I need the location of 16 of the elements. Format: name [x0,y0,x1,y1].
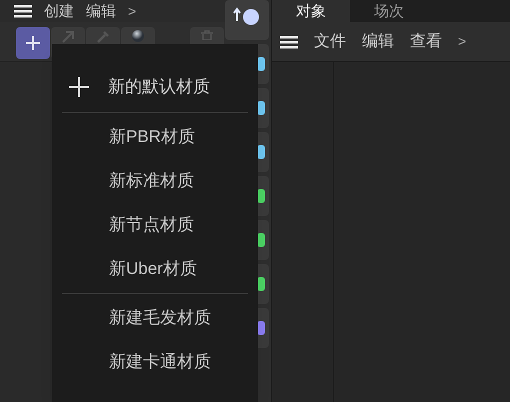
menu-item[interactable]: 新节点材质 [52,203,258,247]
menu-item[interactable]: 文件 [314,30,346,54]
menu-item[interactable]: 编辑 [362,30,394,54]
tab[interactable]: 场次 [350,0,428,22]
menu-item[interactable]: 编辑 [86,4,116,18]
menu-item[interactable]: 新PBR材质 [52,115,258,159]
menu-item[interactable]: 新Uber材质 [52,247,258,291]
menu-item[interactable]: 新建毛发材质 [52,296,258,340]
menu-item[interactable]: 创建 [44,4,74,18]
more-menu[interactable]: > [128,4,136,18]
menu-item[interactable]: 新的默认材质 [52,64,258,110]
menu-item[interactable]: 新标准材质 [52,159,258,203]
menu-item[interactable]: 新建卡通材质 [52,340,258,384]
more-menu[interactable]: > [458,31,466,52]
tab[interactable]: 对象 [272,0,350,22]
menu-item[interactable]: 查看 [410,30,442,54]
